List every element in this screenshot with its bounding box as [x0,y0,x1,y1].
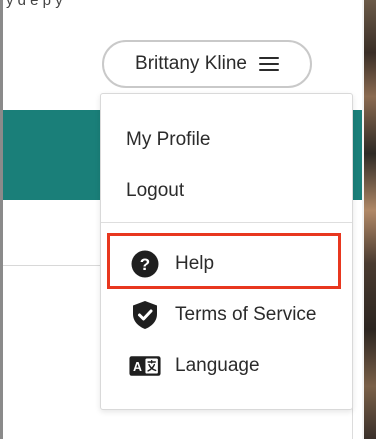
user-dropdown-menu: My Profile Logout ? Help Terms of Servic… [100,93,353,410]
background-photo [364,0,376,439]
left-rail [0,0,3,439]
menu-item-help[interactable]: ? Help [101,244,352,284]
menu-item-my-profile[interactable]: My Profile [101,120,352,160]
menu-item-logout[interactable]: Logout [101,171,352,211]
translate-icon: A [129,350,161,382]
page: y d e p y Brittany Kline My Profile Logo… [0,0,376,439]
menu-item-label: Terms of Service [175,304,317,325]
background-text: y d e p y [6,0,63,9]
menu-item-label: Help [175,253,215,274]
help-circle-icon: ? [129,248,161,280]
menu-item-label: Logout [126,180,185,201]
menu-item-language[interactable]: A Language [101,346,352,386]
svg-text:?: ? [140,255,150,274]
hamburger-icon [258,56,279,72]
menu-divider [101,222,352,223]
menu-item-label: My Profile [126,129,211,150]
menu-item-terms-of-service[interactable]: Terms of Service [101,295,352,335]
user-name: Brittany Kline [135,53,247,74]
shield-check-icon [129,299,161,331]
svg-text:A: A [133,360,142,374]
user-menu-button[interactable]: Brittany Kline [102,40,312,88]
menu-item-label: Language [175,355,260,376]
